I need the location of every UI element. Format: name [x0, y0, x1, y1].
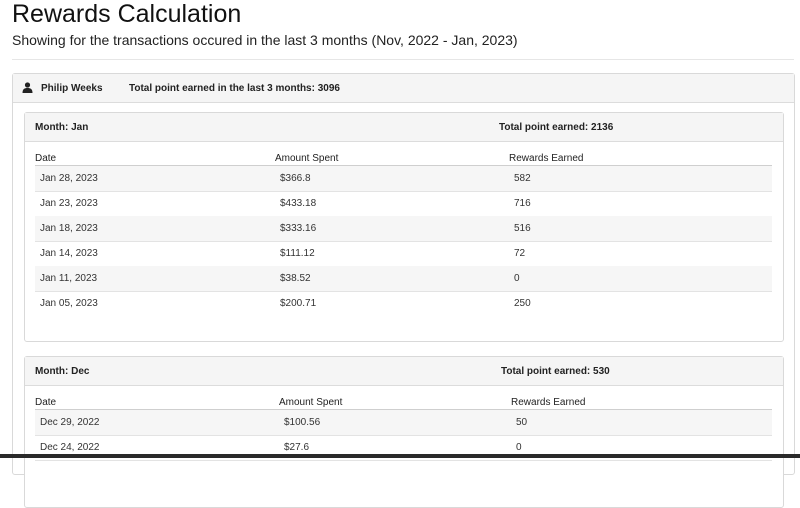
cell-date: Dec 24, 2022 — [40, 442, 100, 453]
month-label: Month: Dec — [35, 366, 90, 377]
table-row: Jan 05, 2023 $200.71 250 — [35, 291, 772, 316]
column-header-date: Date — [35, 397, 57, 408]
column-header-amount: Amount Spent — [279, 397, 343, 408]
cell-amount: $111.12 — [280, 248, 315, 259]
month-card-dec: Month: Dec Total point earned: 530 Date … — [24, 356, 784, 508]
page-title: Rewards Calculation — [12, 0, 242, 28]
cell-date: Jan 23, 2023 — [40, 198, 98, 209]
cell-date: Jan 28, 2023 — [40, 173, 98, 184]
title-divider — [12, 59, 794, 60]
cell-rewards: 250 — [514, 298, 531, 309]
customer-name: Philip Weeks — [41, 83, 103, 94]
bottom-overlay-bar — [0, 454, 800, 458]
cell-amount: $38.52 — [280, 273, 311, 284]
column-header-rewards: Rewards Earned — [511, 397, 586, 408]
cell-rewards: 716 — [514, 198, 531, 209]
table-row: Jan 23, 2023 $433.18 716 — [35, 191, 772, 217]
column-header-date: Date — [35, 153, 57, 164]
month-card-jan: Month: Jan Total point earned: 2136 Date… — [24, 112, 784, 342]
cell-date: Jan 18, 2023 — [40, 223, 98, 234]
table-row: Jan 14, 2023 $111.12 72 — [35, 241, 772, 267]
cell-date: Jan 05, 2023 — [40, 298, 98, 309]
table-row: Dec 29, 2022 $100.56 50 — [35, 410, 772, 436]
cell-amount: $366.8 — [280, 173, 311, 184]
customer-header: Philip Weeks Total point earned in the l… — [13, 74, 794, 103]
month-header: Month: Jan Total point earned: 2136 — [25, 113, 783, 142]
month-total-points: Total point earned: 530 — [501, 366, 610, 377]
column-header-rewards: Rewards Earned — [509, 153, 584, 164]
cell-rewards: 72 — [514, 248, 526, 259]
cell-date: Jan 14, 2023 — [40, 248, 98, 259]
cell-rewards: 50 — [516, 417, 528, 428]
cell-rewards: 516 — [514, 223, 531, 234]
month-total-points: Total point earned: 2136 — [499, 122, 614, 133]
cell-amount: $100.56 — [284, 417, 321, 428]
table-row: Jan 11, 2023 $38.52 0 — [35, 266, 772, 292]
month-label: Month: Jan — [35, 122, 89, 133]
table-row: Jan 28, 2023 $366.8 582 — [35, 166, 772, 192]
column-header-amount: Amount Spent — [275, 153, 339, 164]
customer-total-points: Total point earned in the last 3 months:… — [129, 83, 340, 94]
cell-date: Jan 11, 2023 — [40, 273, 98, 284]
month-header: Month: Dec Total point earned: 530 — [25, 357, 783, 386]
cell-rewards: 0 — [516, 442, 522, 453]
cell-amount: $333.16 — [280, 223, 317, 234]
table-row: Jan 18, 2023 $333.16 516 — [35, 216, 772, 242]
cell-amount: $27.6 — [284, 442, 310, 453]
cell-rewards: 582 — [514, 173, 531, 184]
customer-card: Philip Weeks Total point earned in the l… — [12, 73, 795, 508]
cell-date: Dec 29, 2022 — [40, 417, 100, 428]
cell-rewards: 0 — [514, 273, 520, 284]
page-subtitle: Showing for the transactions occured in … — [12, 32, 518, 48]
cell-amount: $433.18 — [280, 198, 317, 209]
cell-amount: $200.71 — [280, 298, 317, 309]
user-icon — [22, 82, 33, 93]
